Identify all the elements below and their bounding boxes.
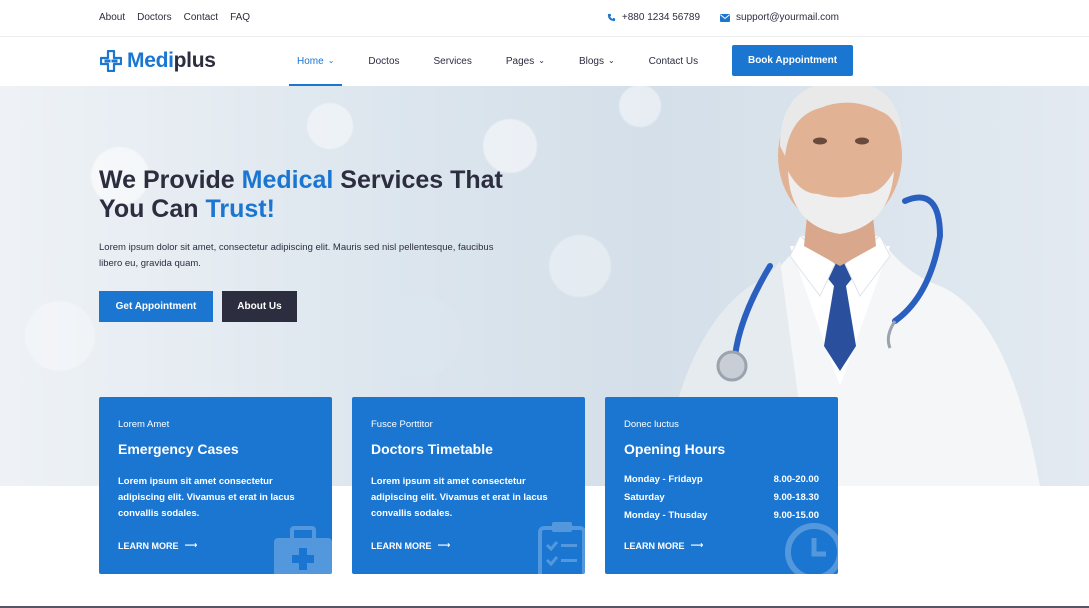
hero-title-highlight-1: Medical (241, 166, 334, 194)
hours-row: Saturday 9.00-18.30 (624, 488, 819, 506)
hours-time: 9.00-18.30 (773, 491, 819, 503)
clock-icon (785, 523, 838, 574)
hours-row: Monday - Fridayp 8.00-20.00 (624, 470, 819, 488)
card-timetable: Fusce Porttitor Doctors Timetable Lorem … (352, 397, 585, 574)
card-subtitle: Fusce Porttitor (371, 419, 433, 430)
nav-blogs-label: Blogs (578, 56, 604, 67)
card-subtitle: Lorem Amet (118, 419, 170, 430)
arrow-right-icon: ⟶ (184, 540, 198, 550)
learn-more-label: LEARN MORE (118, 540, 179, 551)
phone-number: +880 1234 56789 (621, 12, 701, 23)
top-bar: About Doctors Contact FAQ +880 1234 5678… (0, 0, 1089, 37)
top-contact: +880 1234 56789 support@yourmail.com (607, 12, 839, 23)
nav-home[interactable]: Home ⌄ (289, 37, 343, 86)
logo-part-2: plus (173, 49, 216, 72)
card-description: Lorem ipsum sit amet consectetur adipisc… (371, 476, 548, 519)
learn-more-label: LEARN MORE (371, 540, 432, 551)
learn-more-link[interactable]: LEARN MORE ⟶ (624, 540, 703, 551)
nav-pages[interactable]: Pages ⌄ (498, 37, 553, 86)
medical-cross-icon (100, 50, 122, 72)
main-header: Mediplus Home ⌄ Doctos Services Pages ⌄ … (0, 37, 1089, 86)
logo-text: Mediplus (127, 49, 216, 73)
top-link-doctors[interactable]: Doctors (137, 12, 171, 23)
book-appointment-button[interactable]: Book Appointment (732, 45, 853, 76)
arrow-right-icon: ⟶ (437, 540, 451, 550)
logo[interactable]: Mediplus (100, 49, 216, 73)
phone-contact[interactable]: +880 1234 56789 (607, 12, 700, 23)
top-link-contact[interactable]: Contact (184, 12, 218, 23)
top-links: About Doctors Contact FAQ (99, 12, 250, 23)
card-opening-hours: Donec luctus Opening Hours Monday - Frid… (605, 397, 838, 574)
top-link-faq[interactable]: FAQ (230, 12, 250, 23)
card-subtitle: Donec luctus (624, 419, 679, 430)
top-link-about[interactable]: About (99, 12, 125, 23)
card-title: Doctors Timetable (371, 441, 493, 457)
nav-contact-us[interactable]: Contact Us (641, 37, 706, 86)
learn-more-label: LEARN MORE (624, 540, 685, 551)
hero-title-highlight-2: Trust! (205, 195, 275, 223)
hours-day: Monday - Fridayp (624, 473, 703, 485)
card-title: Emergency Cases (118, 441, 239, 457)
nav-pages-label: Pages (505, 56, 535, 67)
envelope-icon (720, 13, 731, 22)
hours-time: 8.00-20.00 (773, 473, 819, 485)
hero-title-part-a: We Provide (99, 166, 242, 194)
email-address: support@yourmail.com (736, 12, 839, 23)
nav-services-label: Services (433, 56, 472, 67)
get-appointment-button[interactable]: Get Appointment (99, 291, 213, 322)
arrow-right-icon: ⟶ (690, 540, 704, 550)
nav-services[interactable]: Services (426, 37, 480, 86)
hours-day: Monday - Thusday (624, 509, 708, 521)
about-us-button[interactable]: About Us (222, 291, 297, 322)
opening-hours-list: Monday - Fridayp 8.00-20.00 Saturday 9.0… (624, 470, 819, 524)
chevron-down-icon: ⌄ (538, 56, 545, 65)
chevron-down-icon: ⌄ (327, 56, 335, 65)
nav-contact-us-label: Contact Us (648, 56, 699, 67)
first-aid-kit-icon (274, 526, 332, 574)
hero-title: We Provide Medical Services That You Can… (99, 166, 519, 224)
card-description: Lorem ipsum sit amet consectetur adipisc… (118, 476, 295, 519)
nav-doctors[interactable]: Doctos (360, 37, 407, 86)
clipboard-icon (538, 522, 585, 574)
hero-text: Lorem ipsum dolor sit amet, consectetur … (99, 242, 494, 269)
nav-home-label: Home (297, 56, 324, 67)
nav-doctors-label: Doctos (368, 56, 400, 67)
logo-part-1: Medi (127, 49, 174, 72)
card-emergency: Lorem Amet Emergency Cases Lorem ipsum s… (99, 397, 332, 574)
main-nav: Home ⌄ Doctos Services Pages ⌄ Blogs ⌄ C… (289, 37, 724, 86)
card-title: Opening Hours (624, 441, 726, 457)
chevron-down-icon: ⌄ (607, 56, 615, 65)
learn-more-link[interactable]: LEARN MORE ⟶ (118, 540, 197, 551)
learn-more-link[interactable]: LEARN MORE ⟶ (371, 540, 450, 551)
nav-blogs[interactable]: Blogs ⌄ (571, 37, 623, 86)
phone-icon (607, 13, 615, 22)
email-contact[interactable]: support@yourmail.com (720, 12, 839, 23)
hours-day: Saturday (624, 491, 665, 503)
